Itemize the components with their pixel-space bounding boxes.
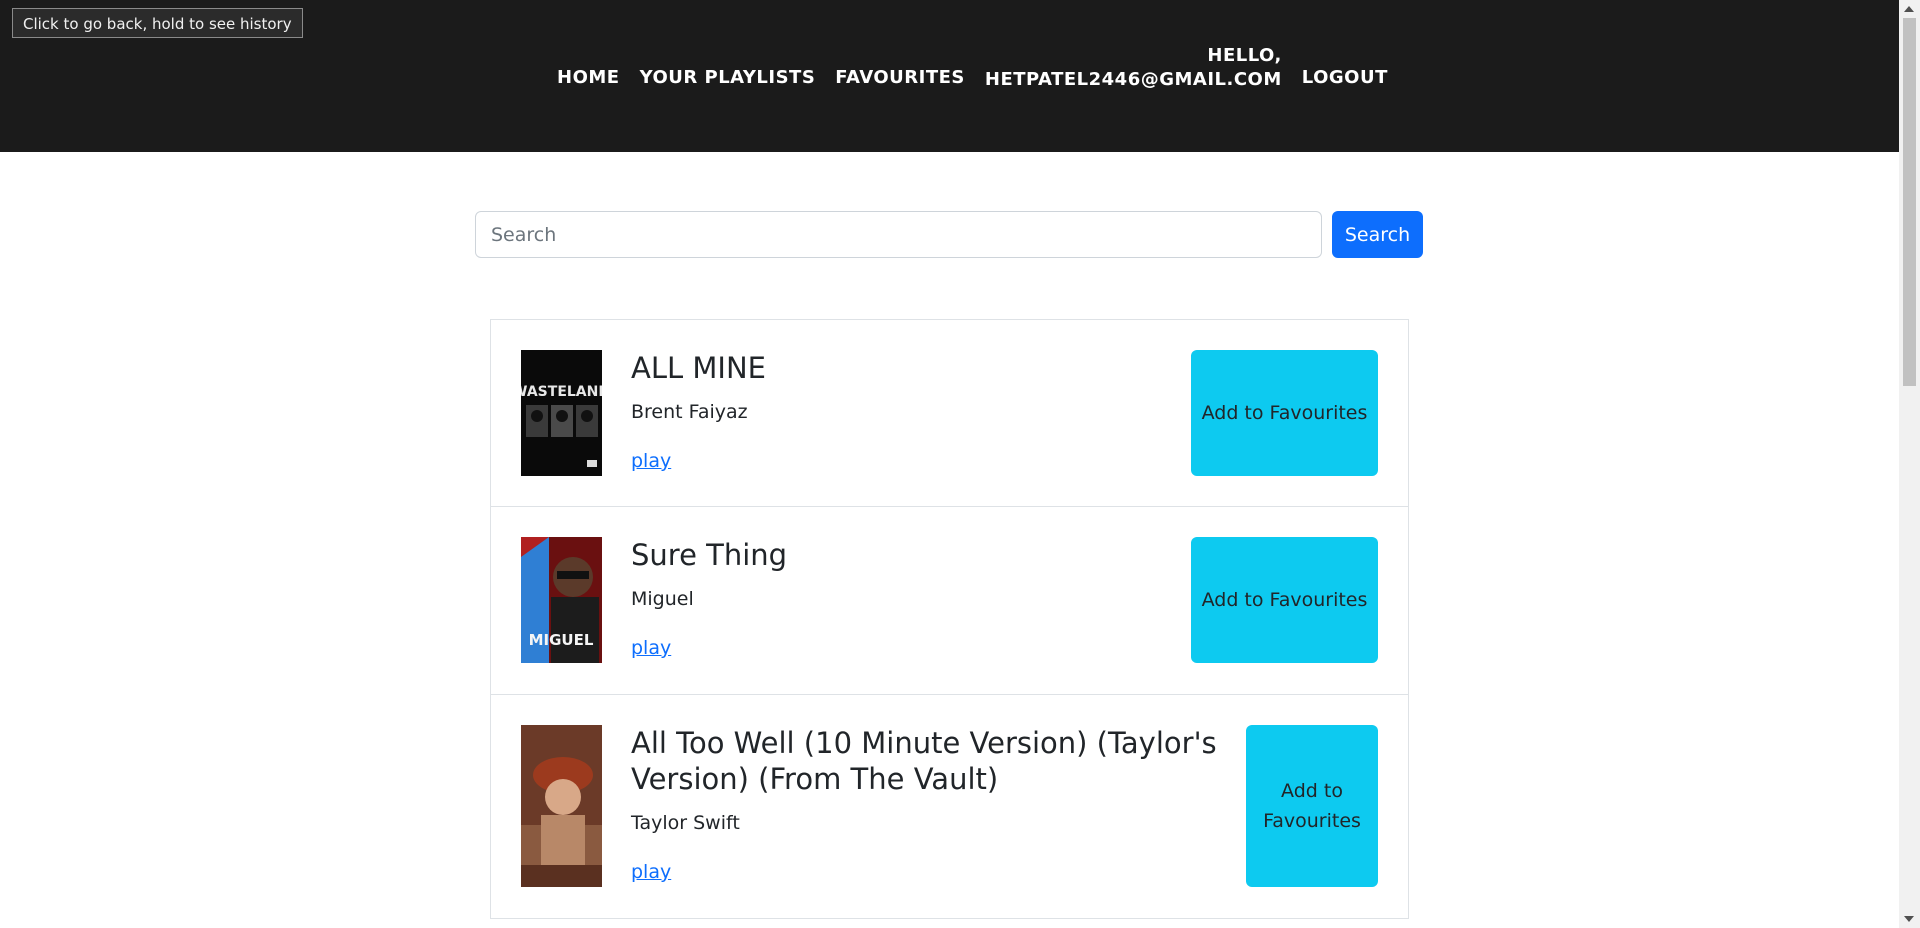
nav-logout-link[interactable]: LOGOUT <box>1302 66 1388 90</box>
search-bar: Search <box>475 211 1423 258</box>
nav-user-greeting: HELLO, HETPATEL2446@GMAIL.COM <box>984 45 1282 90</box>
hello-text: HELLO, <box>1207 45 1282 66</box>
user-email: HETPATEL2446@GMAIL.COM <box>984 69 1282 90</box>
album-cover: MIGUEL <box>521 537 602 663</box>
play-link[interactable]: play <box>631 450 671 472</box>
song-artist: Brent Faiyaz <box>631 401 748 423</box>
scroll-thumb[interactable] <box>1903 18 1916 386</box>
song-info: Sure Thing Miguel play <box>631 537 787 659</box>
song-title: Sure Thing <box>631 538 788 572</box>
song-card: All Too Well (10 Minute Version) (Taylor… <box>490 695 1409 919</box>
song-card: WASTELAND ALL MINE Brent Faiyaz play Add… <box>490 319 1409 507</box>
nav-home-link[interactable]: HOME <box>557 66 620 90</box>
song-title: All Too Well (10 Minute Version) (Taylor… <box>631 726 1217 796</box>
play-link[interactable]: play <box>631 861 671 883</box>
nav-favourites-link[interactable]: FAVOURITES <box>835 66 965 90</box>
song-artist: Miguel <box>631 588 694 610</box>
scrollbar[interactable] <box>1899 0 1920 928</box>
scroll-down-arrow-icon[interactable] <box>1904 916 1914 922</box>
back-tooltip: Click to go back, hold to see history <box>12 8 303 38</box>
song-card: MIGUEL Sure Thing Miguel play Add to Fav… <box>490 507 1409 695</box>
nav-links: HOME YOUR PLAYLISTS FAVOURITES HELLO, HE… <box>557 45 1408 90</box>
cover-text: MIGUEL <box>529 631 594 649</box>
play-link[interactable]: play <box>631 637 671 659</box>
song-artist: Taylor Swift <box>631 812 740 834</box>
song-info: ALL MINE Brent Faiyaz play <box>631 350 766 472</box>
cover-text: WASTELAND <box>521 384 602 400</box>
navbar: Click to go back, hold to see history HO… <box>0 0 1899 152</box>
album-cover: WASTELAND <box>521 350 602 476</box>
search-button[interactable]: Search <box>1332 211 1423 258</box>
scroll-up-arrow-icon[interactable] <box>1904 6 1914 12</box>
add-to-favourites-button[interactable]: Add to Favourites <box>1191 350 1378 476</box>
add-to-favourites-button[interactable]: Add to Favourites <box>1191 537 1378 663</box>
nav-playlists-link[interactable]: YOUR PLAYLISTS <box>640 66 816 90</box>
song-list: WASTELAND ALL MINE Brent Faiyaz play Add… <box>490 319 1409 919</box>
album-cover <box>521 725 602 887</box>
search-input[interactable] <box>475 211 1322 258</box>
song-info: All Too Well (10 Minute Version) (Taylor… <box>631 725 1231 883</box>
song-title: ALL MINE <box>631 351 766 385</box>
add-to-favourites-button[interactable]: Add to Favourites <box>1246 725 1378 887</box>
